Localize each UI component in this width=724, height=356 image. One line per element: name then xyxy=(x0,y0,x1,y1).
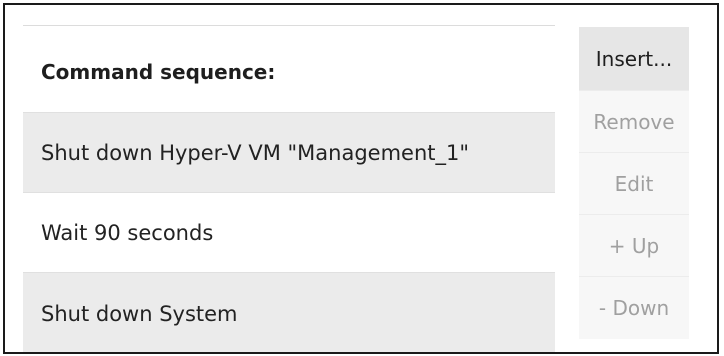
list-item[interactable]: Shut down Hyper-V VM "Management_1" xyxy=(23,113,555,193)
insert-button[interactable]: Insert... xyxy=(579,27,689,91)
list-item[interactable]: Shut down System xyxy=(23,273,555,352)
move-up-button[interactable]: + Up xyxy=(579,215,689,277)
command-sequence-header: Command sequence: xyxy=(23,26,555,113)
command-sequence-panel: Command sequence: Shut down Hyper-V VM "… xyxy=(3,3,719,354)
list-item[interactable]: Wait 90 seconds xyxy=(23,193,555,273)
command-actions: Insert... Remove Edit + Up - Down xyxy=(579,27,689,339)
remove-button[interactable]: Remove xyxy=(579,91,689,153)
command-sequence-list: Command sequence: Shut down Hyper-V VM "… xyxy=(23,25,555,352)
edit-button[interactable]: Edit xyxy=(579,153,689,215)
move-down-button[interactable]: - Down xyxy=(579,277,689,339)
